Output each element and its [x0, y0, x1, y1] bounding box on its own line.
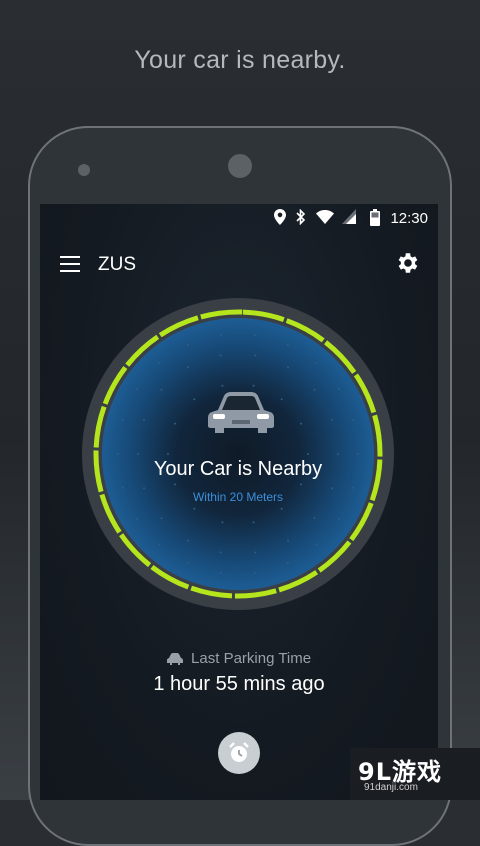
tagline: Your car is nearby. — [134, 46, 346, 74]
car-icon — [166, 653, 183, 666]
phone-earpiece — [228, 154, 252, 178]
app-title: ZUS — [98, 254, 136, 275]
watermark-url: 91danji.com — [364, 782, 418, 793]
menu-icon[interactable] — [60, 256, 80, 272]
phone-sensor — [78, 164, 90, 176]
parking-label-row: Last Parking Time — [40, 650, 438, 667]
app-bar: ZUS — [40, 244, 438, 288]
dial-content: Your Car is Nearby Within 20 Meters — [82, 298, 394, 610]
signal-icon — [342, 209, 356, 224]
gear-icon[interactable] — [394, 250, 420, 276]
dial-title: Your Car is Nearby — [153, 458, 323, 480]
watermark: 9L游戏 91danji.com — [350, 748, 480, 800]
status-time: 12:30 — [390, 210, 428, 227]
dial-subtitle: Within 20 Meters — [192, 490, 284, 504]
parking-label: Last Parking Time — [191, 650, 312, 667]
app-screen: 12:30 ZUS Your Car is Nearby Within 20 M… — [40, 204, 438, 800]
car-icon — [208, 392, 274, 433]
parking-value: 1 hour 55 mins ago — [153, 673, 325, 695]
last-parking-section: Last Parking Time 1 hour 55 mins ago — [40, 650, 438, 696]
alarm-clock-icon — [229, 742, 249, 762]
battery-icon — [370, 209, 380, 226]
alarm-button[interactable] — [218, 732, 260, 774]
location-icon — [274, 209, 286, 225]
wifi-icon — [316, 210, 334, 224]
bluetooth-icon — [296, 209, 306, 225]
status-bar: 12:30 — [40, 204, 438, 232]
